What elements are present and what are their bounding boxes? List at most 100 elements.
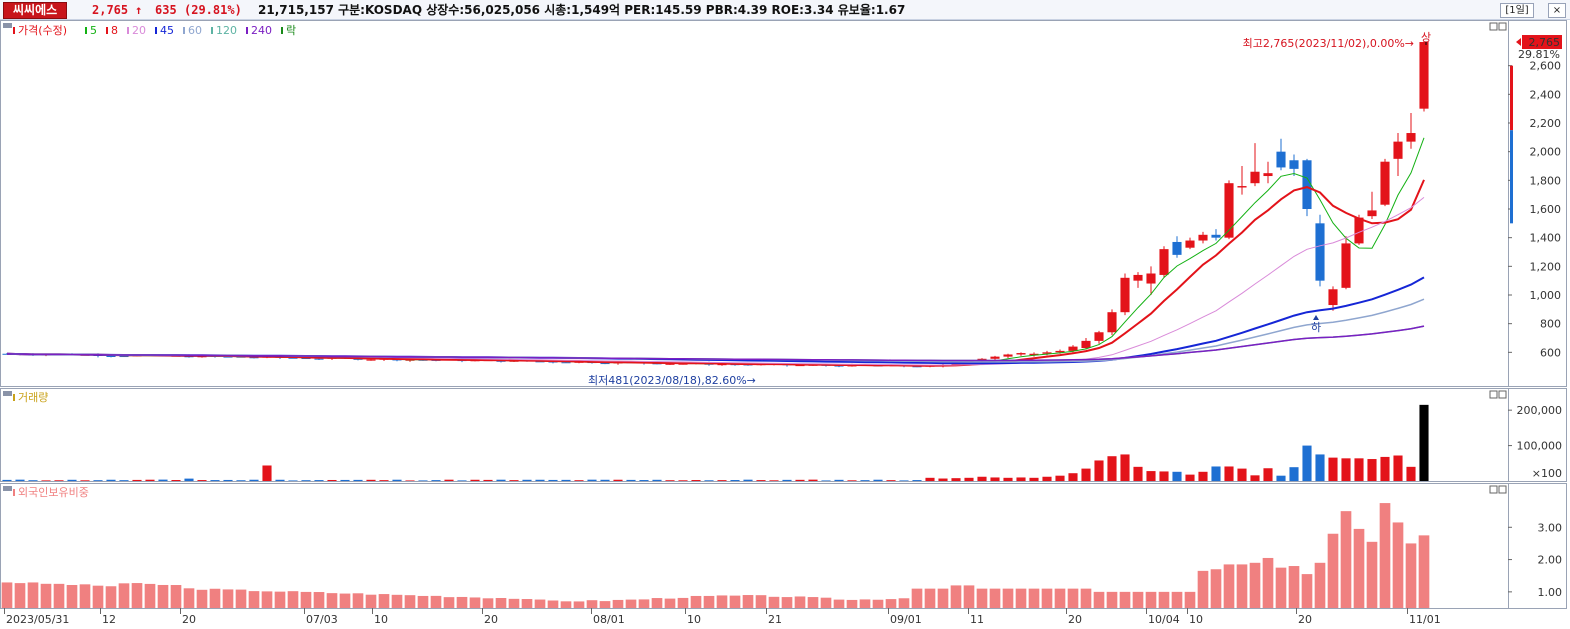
price-tick-label: 2,000 [1530,146,1562,159]
foreign-panel-close-icon[interactable] [1498,485,1507,494]
volume-bar [990,477,1000,481]
legend-volume-swatch [13,394,15,401]
foreign-bar [1106,591,1118,608]
foreign-bar [235,589,247,608]
foreign-tick-label: 1.00 [1538,586,1563,599]
foreign-bar [378,594,390,608]
legend-ma-swatch [106,27,108,34]
foreign-bar [1405,543,1417,608]
volume-bar [1159,471,1169,481]
price-panel-menu-icon[interactable] [3,23,12,28]
x-tick-label: 09/01 [890,613,922,626]
volume-panel-close-icon[interactable] [1498,390,1507,399]
foreign-bar [27,582,39,608]
foreign-bar [625,599,637,608]
volume-bar [119,480,129,481]
volume-bar [1003,477,1013,481]
foreign-bar [638,599,650,608]
volume-bar [1120,454,1130,481]
x-tick-label: 20 [182,613,196,626]
candle-body [561,362,571,364]
foreign-bar [859,599,871,608]
foreign-bar [924,588,936,608]
volume-bar [1367,459,1377,481]
candle-body [1094,332,1104,341]
foreign-bar [14,583,26,608]
candle-body [1237,186,1247,188]
legend-ma-락: 락 [286,24,296,37]
volume-bar [15,479,25,481]
volume-bar [704,480,714,481]
volume-bar [1302,445,1312,481]
foreign-bar [1171,591,1183,608]
foreign-bar [1184,591,1196,608]
foreign-bar [1093,591,1105,608]
foreign-bar [1210,569,1222,608]
foreign-bar [105,586,117,608]
volume-bar [1094,460,1104,481]
foreign-bar [404,595,416,608]
volume-bar [106,479,116,481]
foreign-bar [1,582,13,608]
foreign-bar [1197,570,1209,608]
volume-bar [665,480,675,481]
volume-bar [1211,466,1221,481]
volume-bar [678,480,688,481]
volume-panel-menu-icon[interactable] [3,391,12,396]
volume-bar [288,480,298,481]
volume-panel-minimize-icon[interactable] [1489,390,1498,399]
x-tick-label: 2023/05/31 [6,613,69,626]
x-tick-label: 08/01 [593,613,625,626]
foreign-panel-menu-icon[interactable] [3,486,12,491]
x-tick-label: 07/03 [306,613,338,626]
volume-bar [327,479,337,481]
foreign-bar [976,588,988,608]
current-pct-marker: 29.81% [1518,48,1560,61]
foreign-bar [1015,588,1027,608]
price-panel-close-icon[interactable] [1498,22,1507,31]
volume-bar [249,479,259,481]
price-panel-minimize-icon[interactable] [1489,22,1498,31]
volume-bar [808,479,818,481]
candle-body [1380,161,1390,205]
foreign-bar [1314,562,1326,608]
volume-bar [769,480,779,481]
volume-bar [886,480,896,481]
foreign-bar [612,599,624,608]
volume-bar [1224,466,1234,481]
volume-bar [470,479,480,481]
candle-body [1107,312,1117,333]
volume-bar [392,479,402,481]
candle-body [1328,289,1338,306]
volume-bar [366,479,376,481]
foreign-bar [807,597,819,608]
price-tick-label: 1,000 [1530,289,1562,302]
price-tick-label: 2,600 [1530,60,1562,73]
price-tick-label: 2,200 [1530,117,1562,130]
legend-ma-swatch [155,27,157,34]
volume-bar [1328,457,1338,481]
legend-ma-240: 240 [251,24,272,37]
candle-body [1289,160,1299,169]
foreign-panel-minimize-icon[interactable] [1489,485,1498,494]
foreign-bar [989,588,1001,608]
foreign-bar [170,585,182,608]
volume-bar [535,479,545,481]
volume-bar [782,479,792,481]
foreign-bar [521,599,533,608]
volume-bar [54,480,64,481]
volume-bar [93,480,103,481]
candle-body [1354,217,1364,244]
foreign-bar [586,600,598,608]
volume-bar [275,479,285,481]
volume-bar [951,478,961,481]
volume-bar [1250,475,1260,481]
foreign-bar [339,593,351,608]
low-annotation: 최저481(2023/08/18),82.60%→ [588,374,756,387]
volume-bar [1185,474,1195,481]
volume-bar [834,479,844,481]
foreign-bar [261,591,273,608]
foreign-bar [287,591,299,608]
volume-bar [1172,471,1182,481]
foreign-bar [1067,588,1079,608]
